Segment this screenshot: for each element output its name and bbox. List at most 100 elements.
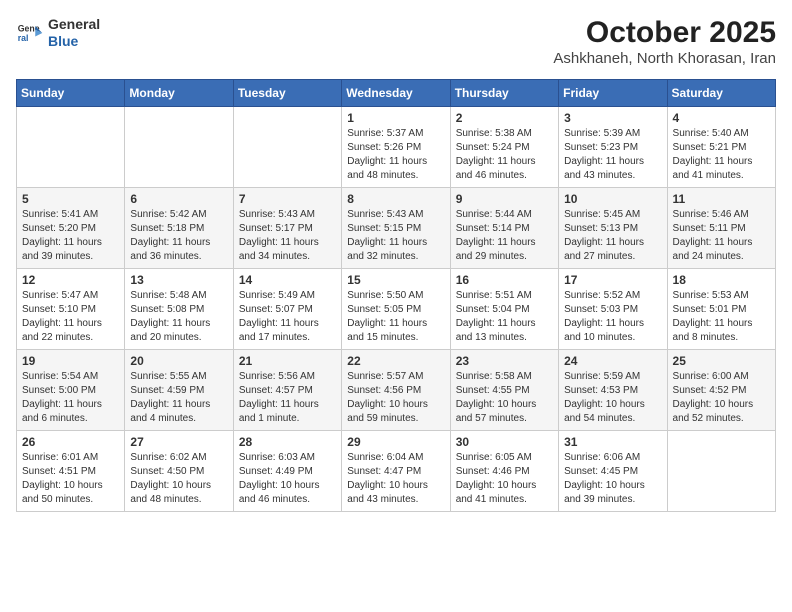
day-number: 19 <box>22 354 119 368</box>
day-info: Sunrise: 5:42 AM Sunset: 5:18 PM Dayligh… <box>130 208 227 264</box>
sunrise-text: Sunrise: 6:03 AM <box>239 452 315 463</box>
day-info: Sunrise: 5:38 AM Sunset: 5:24 PM Dayligh… <box>456 127 553 183</box>
day-number: 8 <box>347 192 444 206</box>
calendar-cell: 17 Sunrise: 5:52 AM Sunset: 5:03 PM Dayl… <box>559 269 667 350</box>
daylight-text: Daylight: 11 hours and 32 minutes. <box>347 237 427 262</box>
sunrise-text: Sunrise: 6:02 AM <box>130 452 206 463</box>
calendar-cell: 5 Sunrise: 5:41 AM Sunset: 5:20 PM Dayli… <box>17 188 125 269</box>
sunset-text: Sunset: 4:55 PM <box>456 385 530 396</box>
day-number: 7 <box>239 192 336 206</box>
daylight-text: Daylight: 11 hours and 1 minute. <box>239 399 319 424</box>
sunset-text: Sunset: 5:14 PM <box>456 223 530 234</box>
calendar-cell: 19 Sunrise: 5:54 AM Sunset: 5:00 PM Dayl… <box>17 350 125 431</box>
calendar-cell: 18 Sunrise: 5:53 AM Sunset: 5:01 PM Dayl… <box>667 269 775 350</box>
daylight-text: Daylight: 10 hours and 46 minutes. <box>239 480 320 505</box>
calendar-cell: 4 Sunrise: 5:40 AM Sunset: 5:21 PM Dayli… <box>667 107 775 188</box>
daylight-text: Daylight: 10 hours and 59 minutes. <box>347 399 428 424</box>
day-info: Sunrise: 5:37 AM Sunset: 5:26 PM Dayligh… <box>347 127 444 183</box>
weekday-header-monday: Monday <box>125 80 233 107</box>
daylight-text: Daylight: 11 hours and 8 minutes. <box>673 318 753 343</box>
logo-text: General Blue <box>48 16 100 50</box>
svg-text:ral: ral <box>18 33 29 43</box>
calendar-cell: 10 Sunrise: 5:45 AM Sunset: 5:13 PM Dayl… <box>559 188 667 269</box>
daylight-text: Daylight: 11 hours and 22 minutes. <box>22 318 102 343</box>
calendar-cell: 2 Sunrise: 5:38 AM Sunset: 5:24 PM Dayli… <box>450 107 558 188</box>
calendar-cell <box>17 107 125 188</box>
sunrise-text: Sunrise: 5:51 AM <box>456 290 532 301</box>
sunset-text: Sunset: 5:21 PM <box>673 142 747 153</box>
day-number: 23 <box>456 354 553 368</box>
day-info: Sunrise: 5:58 AM Sunset: 4:55 PM Dayligh… <box>456 370 553 426</box>
sunrise-text: Sunrise: 5:59 AM <box>564 371 640 382</box>
calendar-cell: 26 Sunrise: 6:01 AM Sunset: 4:51 PM Dayl… <box>17 431 125 512</box>
day-info: Sunrise: 6:05 AM Sunset: 4:46 PM Dayligh… <box>456 451 553 507</box>
calendar-cell: 25 Sunrise: 6:00 AM Sunset: 4:52 PM Dayl… <box>667 350 775 431</box>
day-info: Sunrise: 5:56 AM Sunset: 4:57 PM Dayligh… <box>239 370 336 426</box>
calendar-week-5: 26 Sunrise: 6:01 AM Sunset: 4:51 PM Dayl… <box>17 431 776 512</box>
daylight-text: Daylight: 11 hours and 10 minutes. <box>564 318 644 343</box>
day-info: Sunrise: 5:39 AM Sunset: 5:23 PM Dayligh… <box>564 127 661 183</box>
sunset-text: Sunset: 4:45 PM <box>564 466 638 477</box>
calendar-cell: 22 Sunrise: 5:57 AM Sunset: 4:56 PM Dayl… <box>342 350 450 431</box>
day-info: Sunrise: 5:51 AM Sunset: 5:04 PM Dayligh… <box>456 289 553 345</box>
sunrise-text: Sunrise: 5:49 AM <box>239 290 315 301</box>
day-info: Sunrise: 6:01 AM Sunset: 4:51 PM Dayligh… <box>22 451 119 507</box>
daylight-text: Daylight: 11 hours and 46 minutes. <box>456 156 536 181</box>
day-number: 20 <box>130 354 227 368</box>
sunset-text: Sunset: 5:05 PM <box>347 304 421 315</box>
day-info: Sunrise: 5:45 AM Sunset: 5:13 PM Dayligh… <box>564 208 661 264</box>
daylight-text: Daylight: 11 hours and 20 minutes. <box>130 318 210 343</box>
sunset-text: Sunset: 5:20 PM <box>22 223 96 234</box>
day-number: 17 <box>564 273 661 287</box>
day-info: Sunrise: 5:46 AM Sunset: 5:11 PM Dayligh… <box>673 208 770 264</box>
day-number: 2 <box>456 111 553 125</box>
daylight-text: Daylight: 10 hours and 54 minutes. <box>564 399 645 424</box>
day-info: Sunrise: 5:54 AM Sunset: 5:00 PM Dayligh… <box>22 370 119 426</box>
daylight-text: Daylight: 10 hours and 43 minutes. <box>347 480 428 505</box>
calendar-cell: 11 Sunrise: 5:46 AM Sunset: 5:11 PM Dayl… <box>667 188 775 269</box>
day-number: 25 <box>673 354 770 368</box>
day-number: 28 <box>239 435 336 449</box>
day-number: 10 <box>564 192 661 206</box>
daylight-text: Daylight: 10 hours and 50 minutes. <box>22 480 103 505</box>
sunrise-text: Sunrise: 5:42 AM <box>130 209 206 220</box>
day-number: 22 <box>347 354 444 368</box>
sunrise-text: Sunrise: 5:48 AM <box>130 290 206 301</box>
location-title: Ashkhaneh, North Khorasan, Iran <box>553 50 776 67</box>
calendar-cell: 16 Sunrise: 5:51 AM Sunset: 5:04 PM Dayl… <box>450 269 558 350</box>
day-info: Sunrise: 5:49 AM Sunset: 5:07 PM Dayligh… <box>239 289 336 345</box>
calendar-cell: 29 Sunrise: 6:04 AM Sunset: 4:47 PM Dayl… <box>342 431 450 512</box>
sunrise-text: Sunrise: 6:05 AM <box>456 452 532 463</box>
day-info: Sunrise: 5:44 AM Sunset: 5:14 PM Dayligh… <box>456 208 553 264</box>
calendar-cell: 23 Sunrise: 5:58 AM Sunset: 4:55 PM Dayl… <box>450 350 558 431</box>
day-info: Sunrise: 5:53 AM Sunset: 5:01 PM Dayligh… <box>673 289 770 345</box>
day-number: 3 <box>564 111 661 125</box>
sunset-text: Sunset: 5:10 PM <box>22 304 96 315</box>
calendar-cell: 27 Sunrise: 6:02 AM Sunset: 4:50 PM Dayl… <box>125 431 233 512</box>
sunset-text: Sunset: 4:59 PM <box>130 385 204 396</box>
sunset-text: Sunset: 5:18 PM <box>130 223 204 234</box>
day-info: Sunrise: 5:52 AM Sunset: 5:03 PM Dayligh… <box>564 289 661 345</box>
day-number: 4 <box>673 111 770 125</box>
day-number: 14 <box>239 273 336 287</box>
calendar-week-4: 19 Sunrise: 5:54 AM Sunset: 5:00 PM Dayl… <box>17 350 776 431</box>
title-area: October 2025 Ashkhaneh, North Khorasan, … <box>553 16 776 67</box>
sunrise-text: Sunrise: 5:57 AM <box>347 371 423 382</box>
logo: Gene ral General Blue <box>16 16 100 50</box>
daylight-text: Daylight: 11 hours and 36 minutes. <box>130 237 210 262</box>
daylight-text: Daylight: 11 hours and 29 minutes. <box>456 237 536 262</box>
calendar-table: SundayMondayTuesdayWednesdayThursdayFrid… <box>16 79 776 512</box>
weekday-header-thursday: Thursday <box>450 80 558 107</box>
daylight-text: Daylight: 10 hours and 48 minutes. <box>130 480 211 505</box>
day-info: Sunrise: 5:57 AM Sunset: 4:56 PM Dayligh… <box>347 370 444 426</box>
calendar-cell: 8 Sunrise: 5:43 AM Sunset: 5:15 PM Dayli… <box>342 188 450 269</box>
sunrise-text: Sunrise: 5:45 AM <box>564 209 640 220</box>
day-number: 24 <box>564 354 661 368</box>
sunset-text: Sunset: 5:23 PM <box>564 142 638 153</box>
calendar-cell: 3 Sunrise: 5:39 AM Sunset: 5:23 PM Dayli… <box>559 107 667 188</box>
sunset-text: Sunset: 4:51 PM <box>22 466 96 477</box>
calendar-cell <box>667 431 775 512</box>
sunset-text: Sunset: 4:56 PM <box>347 385 421 396</box>
calendar-cell: 15 Sunrise: 5:50 AM Sunset: 5:05 PM Dayl… <box>342 269 450 350</box>
calendar-week-3: 12 Sunrise: 5:47 AM Sunset: 5:10 PM Dayl… <box>17 269 776 350</box>
